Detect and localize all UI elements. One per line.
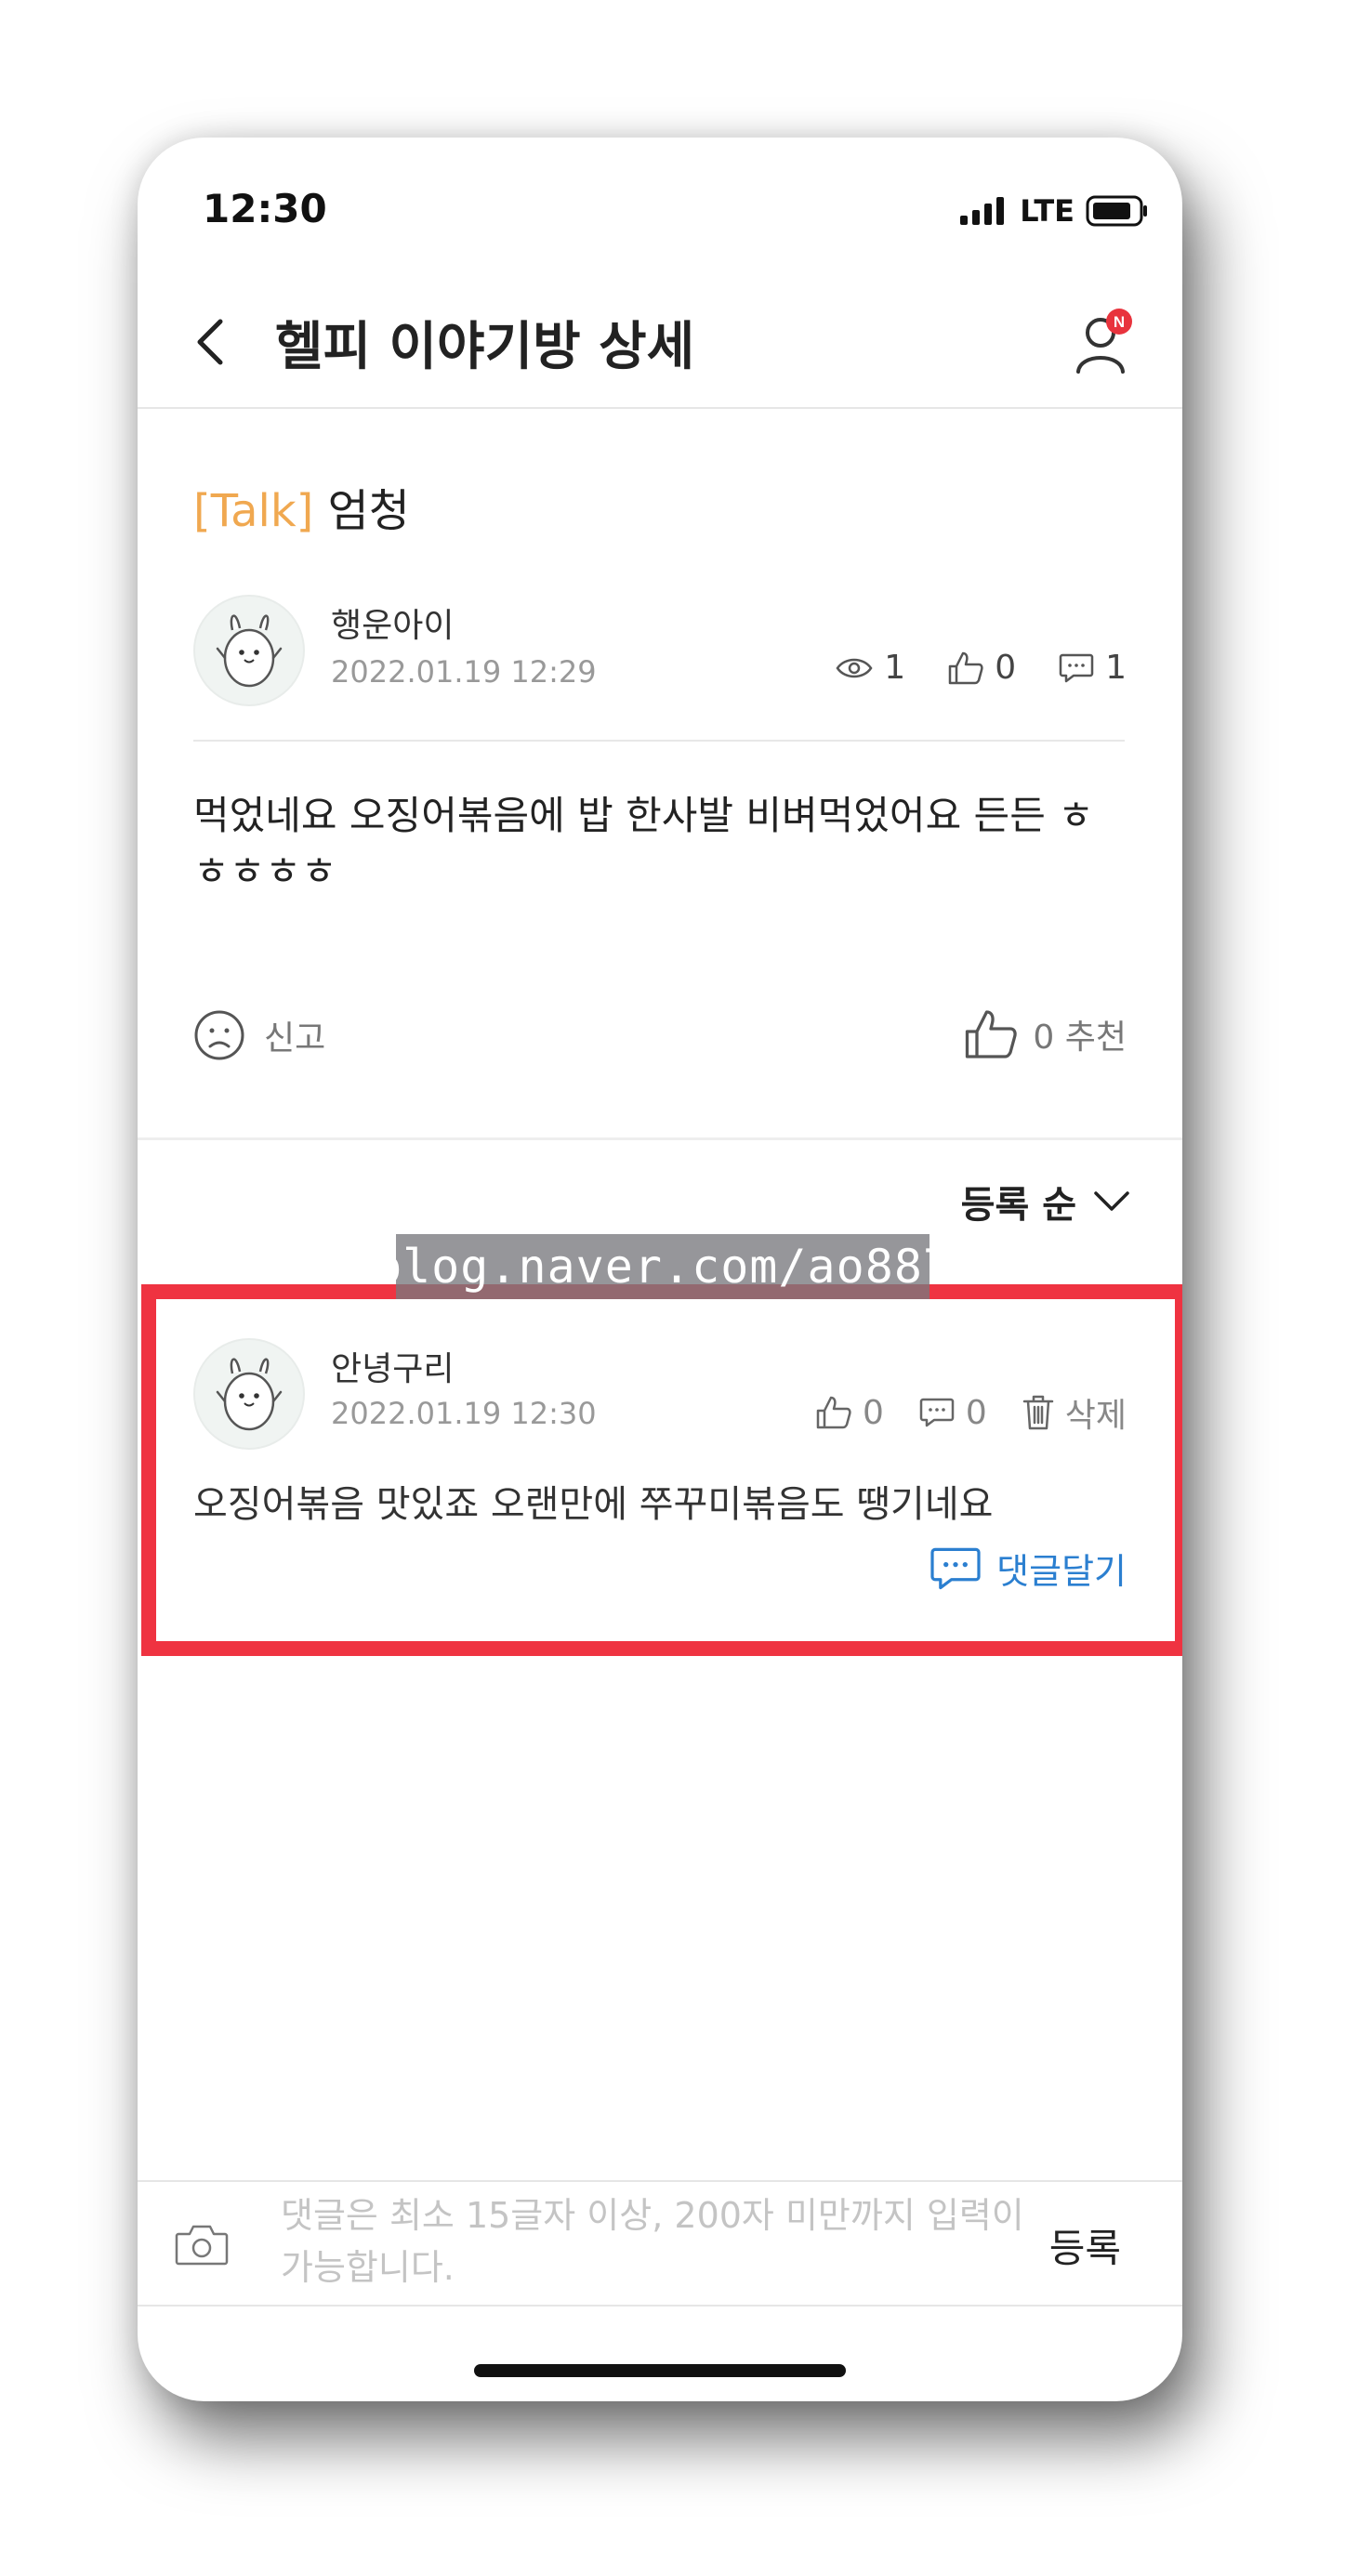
status-time: 12:30	[203, 186, 327, 231]
post-body: 먹었네요 오징어볶음에 밥 한사발 비벼먹었어요 든든 ㅎㅎㅎㅎㅎ	[193, 793, 1094, 894]
back-button[interactable]	[186, 314, 234, 370]
recommend-label: 0 추천	[1033, 1019, 1127, 1057]
post-tag: [Talk]	[193, 485, 314, 537]
header-divider	[138, 407, 1182, 409]
post-stats: 1 0 1	[836, 649, 1127, 687]
camera-button[interactable]	[175, 2223, 229, 2269]
report-button[interactable]: 신고	[193, 1009, 325, 1061]
sort-dropdown[interactable]: 등록 순	[961, 1175, 1130, 1229]
chevron-down-icon	[1094, 1191, 1129, 1211]
status-indicators: LTE	[960, 193, 1149, 229]
sad-face-icon	[194, 1010, 244, 1060]
comment-icon	[1059, 653, 1094, 682]
post-divider	[193, 740, 1125, 742]
views-stat: 1	[836, 649, 905, 687]
comments-stat: 1	[1059, 649, 1127, 687]
report-label: 신고	[264, 1019, 326, 1058]
user-icon: N	[1076, 309, 1132, 374]
section-divider	[138, 1137, 1182, 1140]
notification-badge: N	[1114, 313, 1125, 331]
bunny-avatar-icon	[216, 614, 283, 688]
eye-icon	[836, 658, 873, 677]
watermark: blog.naver.com/ao887	[374, 1234, 951, 1299]
recommend-button[interactable]: 0 추천	[964, 1009, 1127, 1059]
camera-icon	[175, 2225, 229, 2266]
post-author: 행운아이	[331, 607, 455, 645]
likes-count: 0	[995, 649, 1017, 687]
sort-label: 등록 순	[960, 1184, 1076, 1227]
thumbs-up-icon	[948, 651, 983, 684]
page-title: 헬피 이야기방 상세	[275, 317, 695, 377]
input-bar-divider	[138, 2180, 1182, 2182]
phone-screen: 12:30 LTE 헬피 이야기방 상세 N [Talk] 엄청 행운아이 20…	[138, 138, 1182, 2401]
signal-icon	[960, 197, 1005, 225]
author-avatar	[193, 595, 305, 706]
input-bar-bottom-divider	[138, 2305, 1182, 2307]
comments-count: 1	[1105, 649, 1127, 687]
likes-stat: 0	[948, 649, 1016, 687]
post-title: [Talk] 엄청	[193, 474, 410, 539]
comment-highlight-box	[141, 1284, 1182, 1656]
home-indicator	[474, 2364, 846, 2377]
chevron-left-icon	[197, 319, 223, 365]
views-count: 1	[884, 649, 906, 687]
battery-icon	[1086, 195, 1147, 227]
submit-button[interactable]: 등록	[1049, 2217, 1121, 2274]
comment-input[interactable]: 댓글은 최소 15글자 이상, 200자 미만까지 입력이 가능합니다.	[281, 2189, 1024, 2293]
network-type: LTE	[1020, 193, 1075, 229]
post-title-text: 엄청	[327, 485, 410, 537]
thumbs-up-icon	[966, 1010, 1018, 1058]
my-profile-button[interactable]: N	[1071, 305, 1145, 379]
post-date: 2022.01.19 12:29	[331, 654, 597, 690]
